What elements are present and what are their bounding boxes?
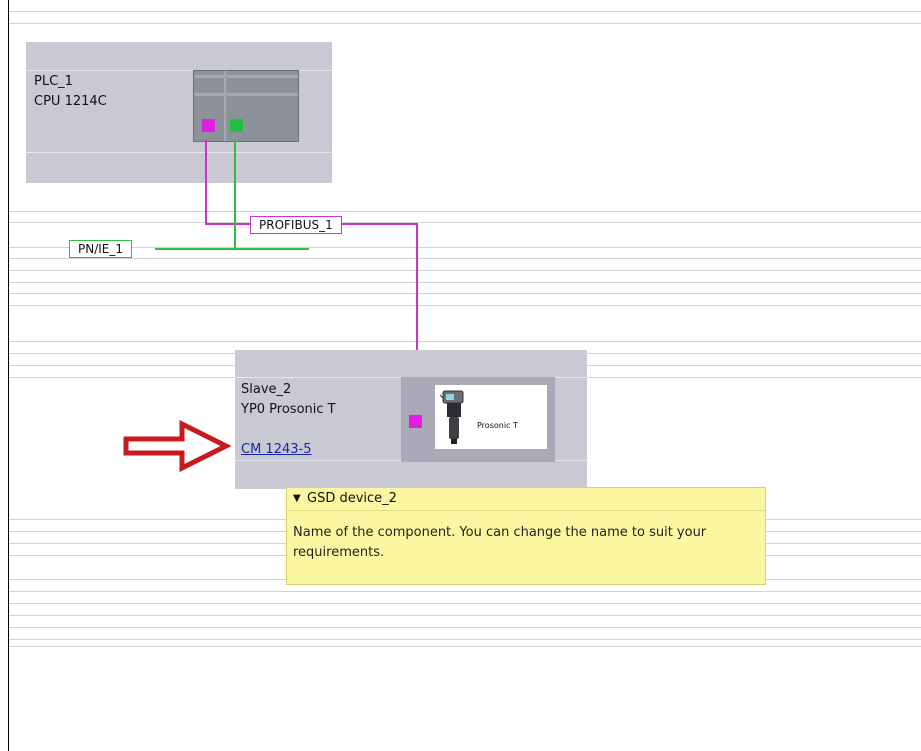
grid-line bbox=[9, 211, 921, 212]
grid-line bbox=[9, 627, 921, 628]
grid-line bbox=[9, 305, 921, 306]
tooltip-text: Name of the component. You can change th… bbox=[293, 525, 707, 560]
slave-name[interactable]: Slave_2 bbox=[241, 380, 291, 400]
profinet-network-label[interactable]: PN/IE_1 bbox=[69, 240, 133, 258]
rack-divider bbox=[224, 71, 226, 141]
rack-stripe bbox=[194, 75, 298, 78]
rack-stripe bbox=[194, 93, 298, 96]
profinet-port-icon[interactable] bbox=[230, 119, 243, 132]
device-divider bbox=[26, 152, 332, 153]
network-view-canvas[interactable]: PLC_1 CPU 1214C PROFIBUS_1 PN/IE_1 Slave… bbox=[0, 0, 921, 751]
grid-line bbox=[9, 615, 921, 616]
prosonic-device-image: Prosonic T bbox=[435, 385, 547, 449]
profinet-wire-down bbox=[234, 140, 236, 250]
plc-device[interactable]: PLC_1 CPU 1214C bbox=[26, 42, 332, 183]
grid-line bbox=[9, 11, 921, 12]
profibus-port-icon[interactable] bbox=[409, 415, 422, 428]
profibus-wire-down bbox=[205, 140, 207, 224]
grid-line bbox=[9, 247, 921, 248]
profinet-wire-bus[interactable] bbox=[155, 248, 309, 250]
prosonic-sensor-icon bbox=[439, 390, 464, 444]
grid-line bbox=[9, 639, 921, 640]
red-pointer-arrow-icon bbox=[123, 420, 232, 472]
profibus-network-label[interactable]: PROFIBUS_1 bbox=[250, 216, 342, 234]
grid-line bbox=[9, 222, 921, 223]
grid-line bbox=[9, 591, 921, 592]
grid-line bbox=[9, 23, 921, 24]
grid-line bbox=[9, 293, 921, 294]
grid-line bbox=[9, 603, 921, 604]
grid-line bbox=[9, 270, 921, 271]
module-link[interactable]: CM 1243-5 bbox=[241, 440, 311, 460]
grid-line bbox=[9, 282, 921, 283]
slave-model: YP0 Prosonic T bbox=[241, 402, 336, 417]
tooltip-header[interactable]: ▼ GSD device_2 bbox=[287, 488, 765, 511]
plc-name[interactable]: PLC_1 bbox=[34, 72, 73, 92]
component-tooltip: ▼ GSD device_2 Name of the component. Yo… bbox=[286, 487, 766, 585]
slave-device[interactable]: Slave_2 YP0 Prosonic T CM 1243-5 Prosoni… bbox=[235, 350, 587, 489]
plc-type: CPU 1214C bbox=[34, 94, 107, 109]
slave-module-icon[interactable]: Prosonic T bbox=[401, 377, 555, 462]
tooltip-title: GSD device_2 bbox=[307, 491, 397, 506]
profibus-port-icon[interactable] bbox=[202, 119, 215, 132]
plc-rack-icon[interactable] bbox=[193, 70, 299, 142]
grid-line bbox=[9, 646, 921, 647]
collapse-triangle-icon[interactable]: ▼ bbox=[293, 488, 301, 510]
grid-line bbox=[9, 258, 921, 259]
grid-line bbox=[9, 341, 921, 342]
prosonic-image-caption: Prosonic T bbox=[477, 421, 518, 430]
